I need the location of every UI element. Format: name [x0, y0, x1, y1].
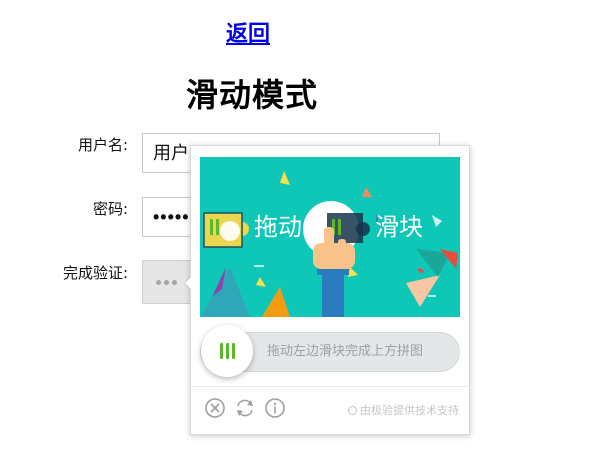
- puzzle-piece: [203, 212, 249, 248]
- geetest-logo-icon: [348, 406, 357, 415]
- info-icon[interactable]: [264, 397, 286, 419]
- back-link[interactable]: 返回: [226, 16, 270, 48]
- brand-text: 由极验提供技术支持: [360, 404, 459, 417]
- puzzle-background: 拖动 滑块: [200, 157, 460, 317]
- image-text-left: 拖动: [254, 213, 302, 241]
- loading-dots-icon: [156, 280, 177, 285]
- slider-tip: 拖动左边滑块完成上方拼图: [267, 344, 424, 359]
- brand-credit[interactable]: 由极验提供技术支持: [331, 402, 459, 418]
- password-label: 密码:: [92, 200, 128, 218]
- username-label: 用户名:: [77, 136, 128, 154]
- divider: [191, 386, 469, 387]
- puzzle-image: 拖动 滑块: [200, 157, 460, 317]
- page-title: 滑动模式: [186, 76, 319, 114]
- page: 返回 滑动模式 用户名: 用户 密码: •••••• 完成验证: 拖动 滑块 拖…: [0, 0, 595, 472]
- popup-arrow-inner: [185, 276, 192, 290]
- slider-handle[interactable]: [201, 325, 253, 377]
- refresh-icon[interactable]: [234, 397, 256, 419]
- verify-label: 完成验证:: [62, 264, 128, 282]
- image-text-right: 滑块: [375, 213, 423, 241]
- close-icon[interactable]: [204, 397, 226, 419]
- captcha-popup: 拖动 滑块 拖动左边滑块完成上方拼图 由极验提供技术支持: [190, 145, 470, 435]
